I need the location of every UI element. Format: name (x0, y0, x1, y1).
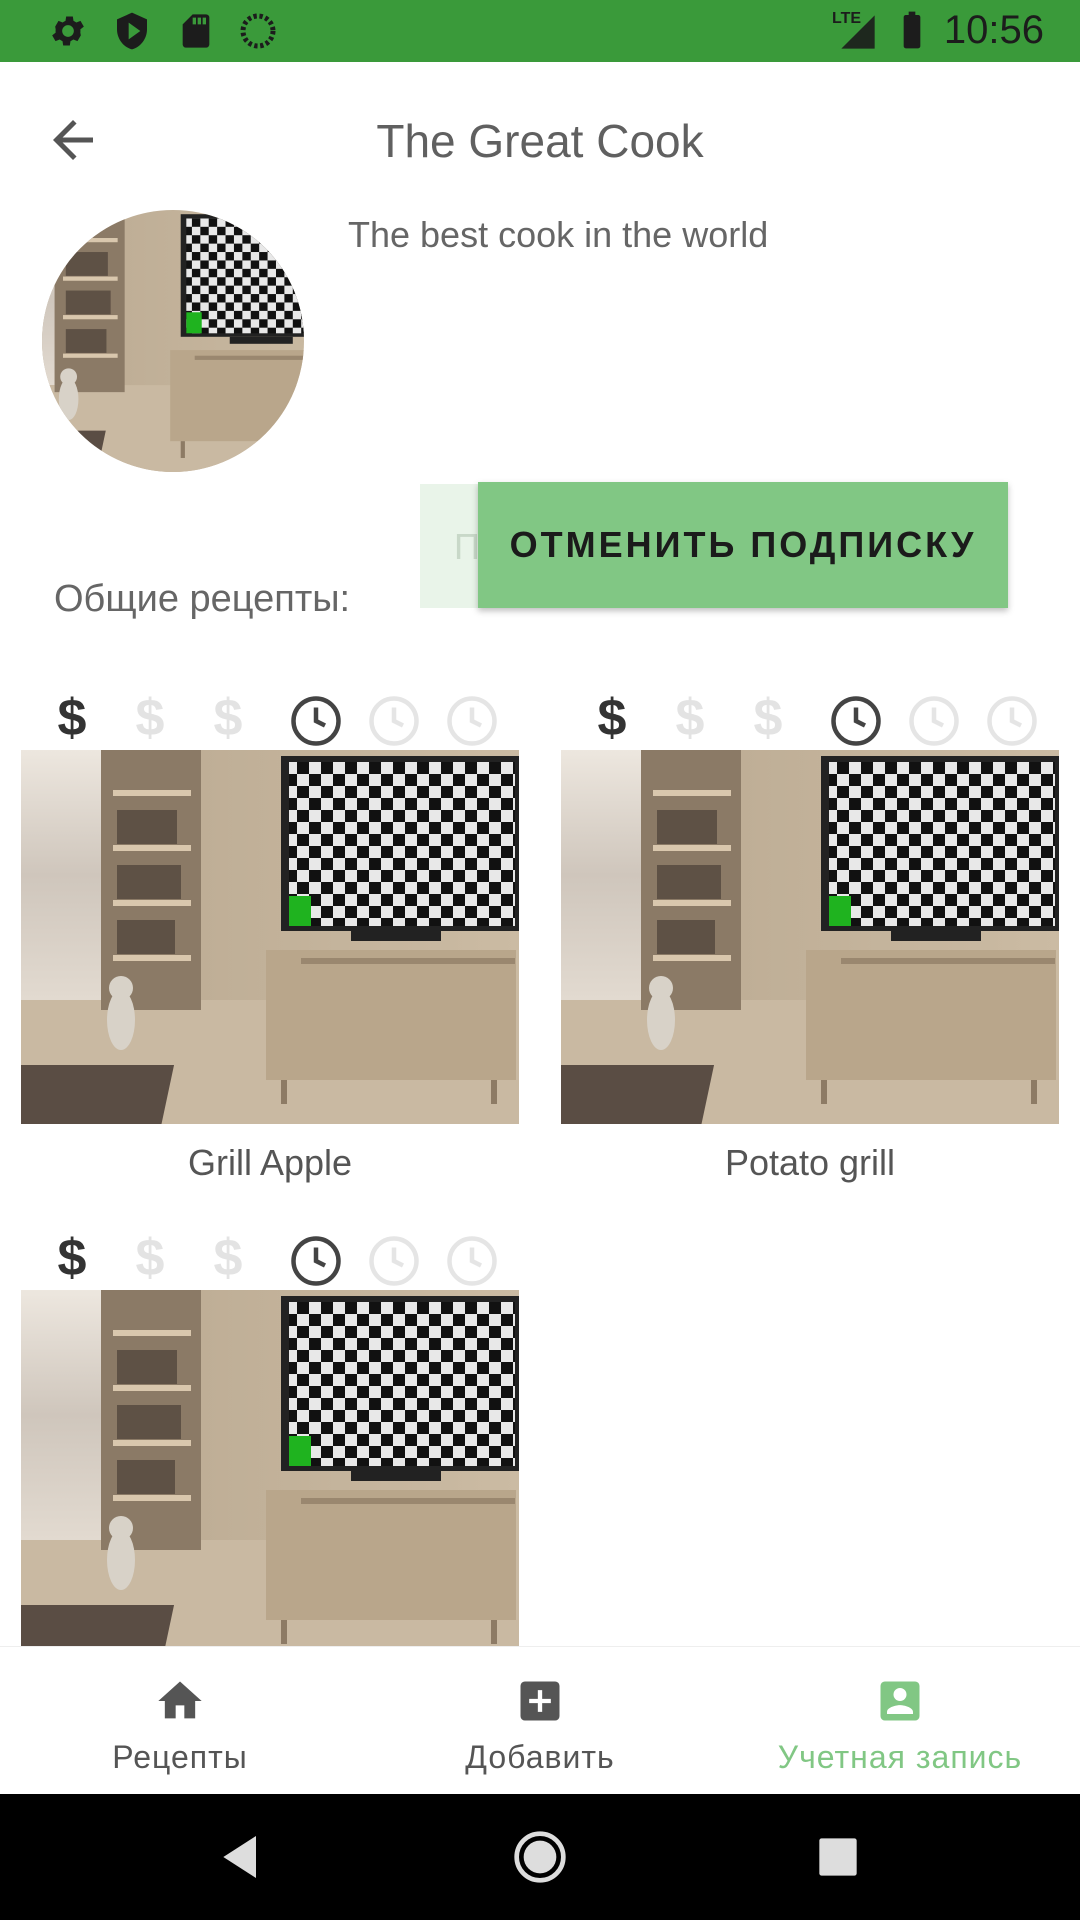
recipe-meta-row: $ $ $ (21, 1228, 519, 1288)
price-dollar-icon: $ (57, 689, 87, 747)
price-dollar-icon: $ (213, 689, 243, 747)
lte-signal-icon (841, 15, 875, 49)
time-clock-icon (831, 696, 881, 746)
time-clock-icon (369, 696, 419, 746)
recipe-image[interactable] (561, 750, 1059, 1124)
home-circle-icon[interactable] (512, 1829, 568, 1885)
nav-label: Добавить (465, 1739, 615, 1775)
status-bar: LTE 10:56 (0, 0, 1080, 62)
time-clock-icon (987, 696, 1037, 746)
nav-item-account[interactable]: Учетная запись (720, 1647, 1080, 1795)
time-clock-icon (447, 1236, 497, 1286)
page-title: The Great Cook (376, 115, 704, 167)
shield-icon (117, 12, 147, 50)
clock-time: 10:56 (943, 8, 1044, 52)
nav-item-recipes[interactable]: Рецепты (0, 1647, 360, 1795)
room-scene-image (42, 210, 304, 472)
price-dollar-icon: $ (135, 1229, 165, 1287)
time-clock-icon (291, 696, 341, 746)
price-dollar-icon: $ (213, 1229, 243, 1287)
price-dollar-icon: $ (675, 689, 705, 747)
add-box-icon (520, 1681, 560, 1721)
profile-description: The best cook in the world (348, 214, 769, 255)
battery-icon (903, 11, 921, 49)
settings-icon (52, 16, 84, 46)
recipe-card[interactable]: $ $ $ (21, 1228, 519, 1646)
recents-square-icon[interactable] (810, 1829, 866, 1885)
recipe-card[interactable]: $ $ $ Grill Apple (21, 688, 519, 1208)
back-triangle-icon[interactable] (214, 1829, 270, 1885)
nav-label: Рецепты (112, 1739, 248, 1775)
sd-card-icon (182, 14, 210, 48)
shared-recipes-title: Общие рецепты: (54, 578, 351, 620)
avatar (42, 210, 304, 472)
recipe-meta-row: $ $ $ (561, 688, 1059, 748)
price-dollar-icon: $ (57, 1229, 87, 1287)
recipe-image[interactable] (21, 750, 519, 1124)
bottom-navigation: Рецепты Добавить Учетная запись (0, 1646, 1080, 1794)
app-bar: The Great Cook (0, 62, 1080, 212)
nav-label: Учетная запись (777, 1739, 1023, 1775)
price-dollar-icon: $ (597, 689, 627, 747)
unsubscribe-button[interactable]: ОТМЕНИТЬ ПОДПИСКУ (478, 482, 1008, 608)
recipe-name: Potato grill (724, 1142, 896, 1183)
price-dollar-icon: $ (753, 689, 783, 747)
loading-icon (240, 13, 276, 49)
recipe-name: Grill Apple (187, 1142, 353, 1183)
nav-item-add[interactable]: Добавить (360, 1647, 720, 1795)
time-clock-icon (369, 1236, 419, 1286)
price-dollar-icon: $ (135, 689, 165, 747)
time-clock-icon (447, 696, 497, 746)
account-box-icon (880, 1681, 920, 1721)
recipe-meta-row: $ $ $ (21, 688, 519, 748)
home-icon (158, 1681, 202, 1719)
recipe-card[interactable]: $ $ $ Potato grill (561, 688, 1059, 1208)
time-clock-icon (291, 1236, 341, 1286)
system-navigation-bar (0, 1794, 1080, 1920)
recipe-image[interactable] (21, 1290, 519, 1646)
time-clock-icon (909, 696, 959, 746)
